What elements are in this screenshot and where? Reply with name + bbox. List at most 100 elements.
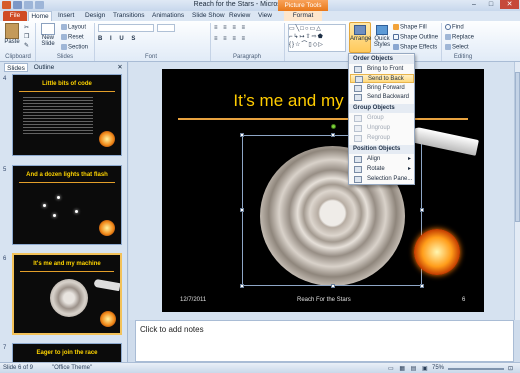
paragraph-buttons[interactable]: ≡ ≡ ≡ ≡: [214, 25, 247, 31]
tab-animations[interactable]: Animations: [152, 11, 184, 21]
shape-effects-label: Shape Effects: [400, 44, 438, 51]
format-painter-icon[interactable]: ✎: [24, 42, 29, 49]
slide-thumbnail-5[interactable]: And a dozen lights that flash: [12, 165, 122, 245]
star-image: [53, 214, 56, 217]
rotate-icon: [354, 166, 362, 173]
font-format-buttons[interactable]: B I U S: [98, 36, 138, 42]
thumbnail-divider: [19, 182, 115, 183]
resize-handle[interactable]: [331, 133, 335, 137]
tab-format[interactable]: Format: [284, 11, 322, 21]
thumbnail-divider: [20, 271, 114, 272]
thumbnail-title: Little bits of code: [42, 81, 92, 87]
menu-item-rotate[interactable]: Rotate ▸: [350, 165, 414, 174]
tab-transitions[interactable]: Transitions: [113, 11, 145, 21]
tab-slide-show[interactable]: Slide Show: [192, 11, 225, 21]
slide-number: 4: [3, 76, 7, 82]
menu-item-group[interactable]: Group: [350, 114, 414, 123]
select-icon: [445, 44, 451, 50]
menu-item-regroup[interactable]: Regroup: [350, 134, 414, 143]
close-button[interactable]: ✕: [500, 0, 519, 9]
align-icon: [354, 156, 362, 163]
menu-item-label: Align: [367, 156, 381, 162]
fit-slide-icon[interactable]: ⊡: [508, 365, 513, 372]
notes-pane[interactable]: Click to add notes: [135, 320, 514, 362]
slide-thumbnail-6[interactable]: It's me and my machine: [12, 253, 122, 335]
group-divider: [284, 23, 285, 61]
tab-design[interactable]: Design: [85, 11, 105, 21]
tab-outline[interactable]: Outline: [30, 63, 58, 72]
thumbnail-code-text: [23, 97, 93, 135]
group-divider: [94, 23, 95, 61]
paste-button[interactable]: Paste: [3, 23, 21, 45]
copy-icon[interactable]: ❐: [24, 33, 29, 40]
font-size-box[interactable]: [157, 24, 175, 32]
replace-button[interactable]: Replace: [445, 34, 474, 41]
resize-handle[interactable]: [240, 284, 244, 288]
menu-item-label: Bring to Front: [367, 66, 404, 72]
resize-handle[interactable]: [420, 284, 424, 288]
tab-slides[interactable]: Slides: [4, 63, 28, 72]
paragraph-group-label: Paragraph: [232, 54, 262, 60]
minimize-button[interactable]: –: [466, 0, 482, 9]
font-name-box[interactable]: [98, 24, 154, 32]
slide-footer: Reach For the Stars: [297, 297, 351, 303]
slide-thumbnail-7[interactable]: Eager to join the race: [12, 343, 122, 363]
thumbnail-title: It's me and my machine: [33, 261, 101, 267]
slide-title[interactable]: It’s me and my machine: [162, 91, 484, 111]
paste-label: Paste: [4, 39, 20, 45]
menu-item-send-to-back[interactable]: Send to Back: [350, 74, 414, 83]
submenu-arrow-icon: ▸: [407, 166, 411, 172]
zoom-slider[interactable]: [448, 368, 504, 370]
slide-thumbnail-4[interactable]: Little bits of code: [12, 74, 122, 156]
menu-section-position: Position Objects: [349, 145, 414, 154]
close-pane-icon[interactable]: ✕: [116, 63, 124, 72]
resize-handle[interactable]: [240, 208, 244, 212]
menu-item-ungroup[interactable]: Ungroup: [350, 124, 414, 133]
ribbon: Paste ✂ ❐ ✎ Clipboard New Slide Layout R…: [0, 21, 520, 62]
menu-item-bring-to-front[interactable]: Bring to Front: [350, 65, 414, 74]
find-button[interactable]: Find: [445, 24, 464, 31]
menu-item-send-backward[interactable]: Send Backward: [350, 93, 414, 102]
resize-handle[interactable]: [420, 208, 424, 212]
vertical-scrollbar[interactable]: [514, 62, 520, 320]
maximize-button[interactable]: □: [483, 0, 499, 9]
slide-canvas[interactable]: It’s me and my machine 12/7/2011 Reach F…: [162, 69, 484, 312]
menu-item-label: Bring Forward: [367, 85, 405, 91]
shape-outline-button[interactable]: Shape Outline: [393, 34, 438, 41]
send-to-back-icon: [355, 76, 363, 83]
scroll-thumb[interactable]: [515, 72, 520, 222]
zoom-level[interactable]: 75%: [432, 365, 444, 371]
resize-handle[interactable]: [331, 284, 335, 288]
section-button[interactable]: Section: [61, 44, 88, 51]
select-button[interactable]: Select: [445, 44, 469, 51]
title-bar: Reach for the Stars - Microsoft PowerPoi…: [0, 0, 520, 11]
layout-button[interactable]: Layout: [61, 24, 86, 31]
select-label: Select: [452, 44, 469, 51]
cut-icon[interactable]: ✂: [24, 24, 29, 31]
submenu-arrow-icon: ▸: [407, 156, 411, 162]
view-buttons[interactable]: ▭ ▦ ▤ ▣: [388, 365, 430, 372]
theme-name: "Office Theme": [52, 365, 93, 371]
reset-button[interactable]: Reset: [61, 34, 84, 41]
shapes-gallery[interactable]: ▭╲□○▭△ ⌐↳↦⇧⇨⬟ {}☆⌒▯◇▷: [288, 24, 346, 52]
quick-styles-button[interactable]: Quick Styles: [372, 23, 392, 48]
menu-item-selection-pane[interactable]: Selection Pane...: [350, 175, 414, 184]
rotate-handle[interactable]: [331, 124, 336, 129]
menu-item-bring-forward[interactable]: Bring Forward: [350, 84, 414, 93]
shape-fill-button[interactable]: Shape Fill: [393, 24, 427, 31]
window-title: Reach for the Stars - Microsoft PowerPoi…: [193, 1, 327, 8]
group-divider: [441, 23, 442, 61]
shape-effects-button[interactable]: Shape Effects: [393, 44, 437, 51]
thumbnail-divider: [19, 91, 115, 92]
new-slide-button[interactable]: New Slide: [38, 23, 58, 47]
arrange-button[interactable]: Arrange: [349, 22, 371, 53]
resize-handle[interactable]: [240, 133, 244, 137]
tab-home[interactable]: Home: [28, 11, 52, 21]
tab-review[interactable]: Review: [229, 11, 250, 21]
tab-view[interactable]: View: [258, 11, 272, 21]
alignment-buttons[interactable]: ≡ ≡ ≡ ≡: [214, 36, 247, 42]
tab-insert[interactable]: Insert: [58, 11, 74, 21]
tab-file[interactable]: File: [3, 11, 27, 21]
shuttle-image: [93, 278, 120, 292]
menu-item-align[interactable]: Align ▸: [350, 155, 414, 164]
